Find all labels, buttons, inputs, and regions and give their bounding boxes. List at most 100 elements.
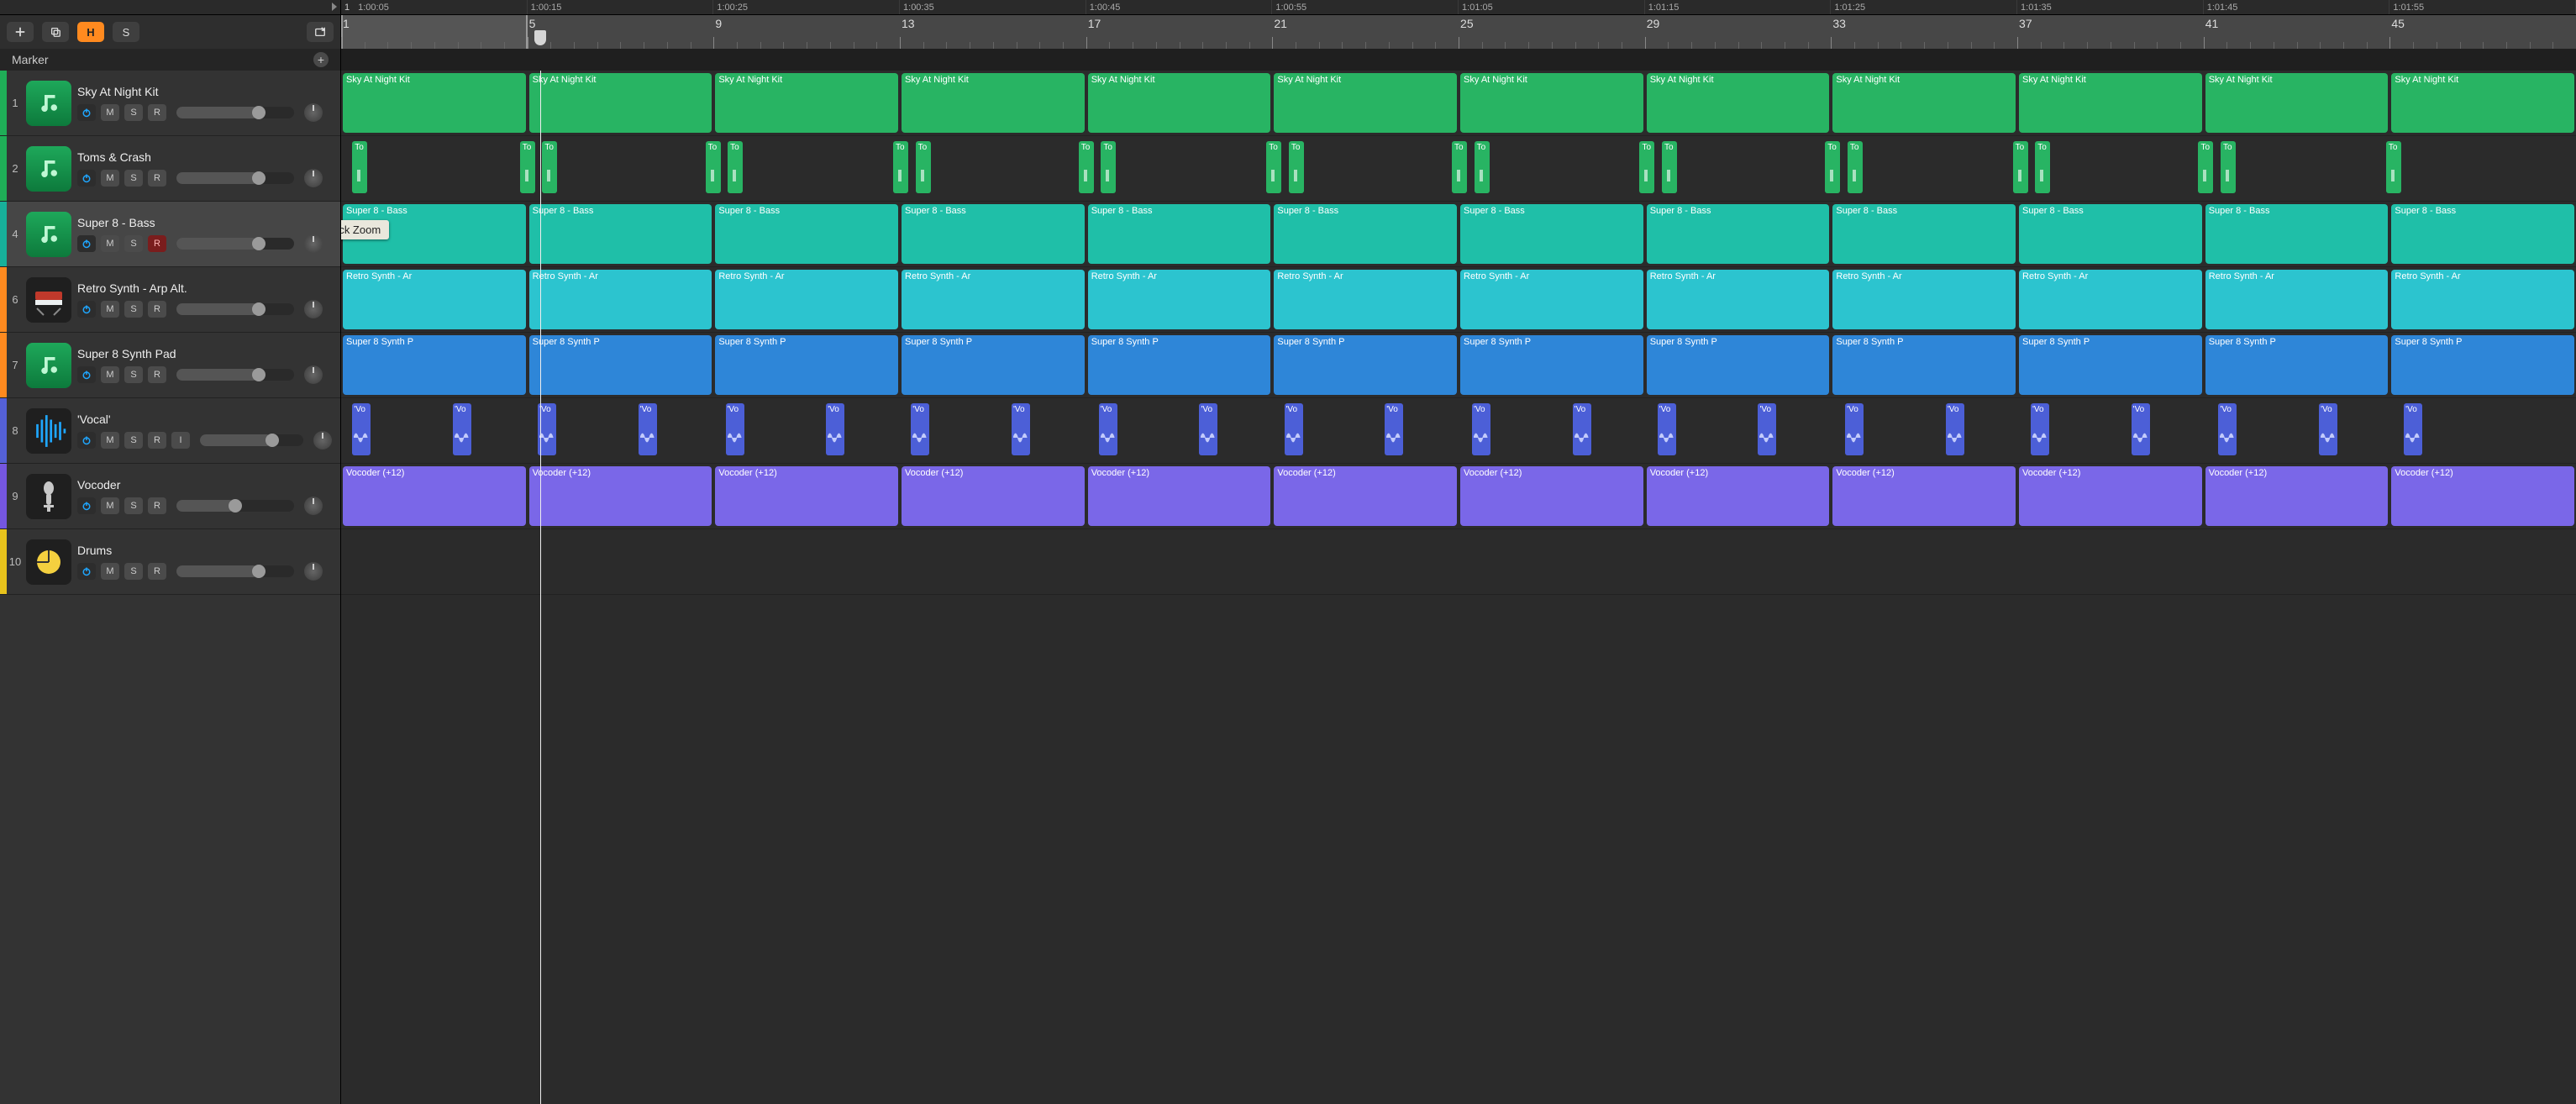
region[interactable]: Super 8 - Bass [1832,204,2016,264]
pan-knob[interactable] [304,169,323,187]
volume-slider[interactable] [200,434,303,446]
region[interactable]: To [1475,141,1490,193]
track-s-button[interactable]: S [124,235,143,252]
track-m-button[interactable]: M [101,432,119,449]
region[interactable]: Retro Synth - Ar [1647,270,1830,329]
power-button[interactable] [77,104,96,121]
region[interactable]: Vocoder (+12) [2391,466,2574,526]
volume-slider[interactable] [176,303,294,315]
region[interactable]: Sky At Night Kit [1647,73,1830,133]
track-s-button[interactable]: S [124,366,143,383]
track-icon[interactable] [24,267,74,332]
region[interactable]: Retro Synth - Ar [715,270,898,329]
region[interactable]: 'Vo [2031,403,2049,455]
region[interactable]: To [1662,141,1677,193]
pan-knob[interactable] [304,497,323,515]
pan-knob[interactable] [313,431,332,449]
track-header[interactable]: 2Toms & CrashMSR [0,136,340,202]
header-s-button[interactable]: S [113,22,139,42]
region[interactable]: 'Vo [1658,403,1676,455]
volume-slider[interactable] [176,369,294,381]
region[interactable]: Super 8 Synth P [902,335,1085,395]
track-m-button[interactable]: M [101,104,119,121]
track-r-button[interactable]: R [148,366,166,383]
region[interactable]: To [728,141,743,193]
region[interactable]: To [542,141,557,193]
track-lane[interactable]: ToToToToToToToToToToToToToToToToToToToTo… [341,136,2576,202]
region[interactable]: Vocoder (+12) [1274,466,1457,526]
region[interactable]: To [1101,141,1116,193]
region[interactable]: To [2013,141,2028,193]
region[interactable]: To [893,141,908,193]
power-button[interactable] [77,563,96,580]
power-button[interactable] [77,497,96,514]
region[interactable]: 'Vo [1845,403,1864,455]
track-icon[interactable] [24,202,74,266]
region[interactable]: Super 8 Synth P [1274,335,1457,395]
pan-knob[interactable] [304,365,323,384]
volume-slider[interactable] [176,238,294,250]
track-icon[interactable] [24,398,74,463]
track-r-button[interactable]: R [148,432,166,449]
region[interactable]: 'Vo [639,403,657,455]
track-lane[interactable] [341,529,2576,595]
region[interactable]: To [2035,141,2050,193]
region[interactable]: Super 8 Synth P [1832,335,2016,395]
volume-slider[interactable] [176,172,294,184]
region[interactable]: To [2221,141,2236,193]
region[interactable]: Super 8 Synth P [1460,335,1643,395]
track-s-button[interactable]: S [124,432,143,449]
track-r-button[interactable]: R [148,235,166,252]
track-s-button[interactable]: S [124,563,143,580]
track-lane[interactable]: Super 8 Synth PSuper 8 Synth PSuper 8 Sy… [341,333,2576,398]
region[interactable]: Sky At Night Kit [1832,73,2016,133]
power-button[interactable] [77,301,96,318]
region[interactable]: 'Vo [2218,403,2237,455]
add-track-button[interactable] [7,22,34,42]
region[interactable]: Super 8 Synth P [2019,335,2202,395]
region[interactable]: Super 8 - Bass [1274,204,1457,264]
region[interactable]: Sky At Night Kit [343,73,526,133]
track-r-button[interactable]: R [148,497,166,514]
region[interactable]: Super 8 - Bass [715,204,898,264]
catch-playhead-button[interactable] [307,22,334,42]
duplicate-track-button[interactable] [42,22,69,42]
power-button[interactable] [77,366,96,383]
add-marker-button[interactable]: + [313,52,329,67]
region[interactable]: To [1825,141,1840,193]
bar-ruler[interactable]: 159131721252933374145 [341,15,2576,49]
region[interactable]: 'Vo [2404,403,2422,455]
region[interactable]: To [520,141,535,193]
region[interactable]: To [1266,141,1281,193]
region[interactable]: To [1639,141,1654,193]
pan-knob[interactable] [304,234,323,253]
track-m-button[interactable]: M [101,235,119,252]
region[interactable]: Vocoder (+12) [1647,466,1830,526]
track-m-button[interactable]: M [101,301,119,318]
region[interactable]: Vocoder (+12) [1088,466,1271,526]
timeline-collapse-toggle[interactable] [0,0,341,14]
region[interactable]: Retro Synth - Ar [529,270,712,329]
region[interactable]: Super 8 Synth P [343,335,526,395]
region[interactable]: To [1079,141,1094,193]
pan-knob[interactable] [304,562,323,581]
region[interactable]: To [706,141,721,193]
track-header[interactable]: 4Super 8 - BassMSR [0,202,340,267]
region[interactable]: Retro Synth - Ar [343,270,526,329]
region[interactable]: Sky At Night Kit [715,73,898,133]
track-header[interactable]: 1Sky At Night KitMSR [0,71,340,136]
track-header[interactable]: 10DrumsMSR [0,529,340,595]
region[interactable]: Super 8 Synth P [2391,335,2574,395]
region[interactable]: Retro Synth - Ar [2019,270,2202,329]
volume-slider[interactable] [176,107,294,118]
region[interactable]: Super 8 Synth P [1088,335,1271,395]
region[interactable]: Retro Synth - Ar [2391,270,2574,329]
region[interactable]: 'Vo [1099,403,1117,455]
track-header[interactable]: 7Super 8 Synth PadMSR [0,333,340,398]
region[interactable]: 'Vo [2319,403,2337,455]
region[interactable]: Vocoder (+12) [715,466,898,526]
track-s-button[interactable]: S [124,104,143,121]
region[interactable]: 'Vo [1199,403,1217,455]
track-lane[interactable]: Sky At Night KitSky At Night KitSky At N… [341,71,2576,136]
track-header[interactable]: 9VocoderMSR [0,464,340,529]
